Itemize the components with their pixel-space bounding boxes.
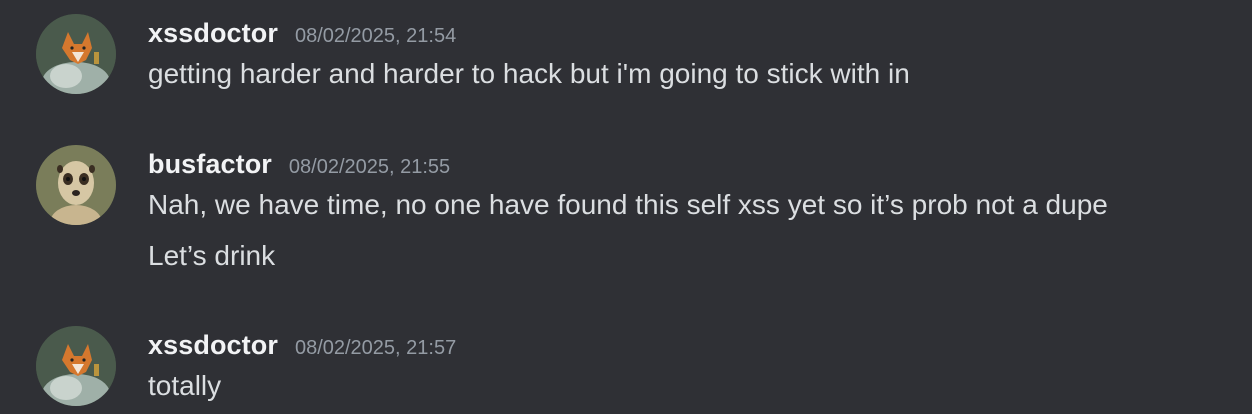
message-header: busfactor 08/02/2025, 21:55 <box>148 149 450 180</box>
fox-avatar-icon[interactable] <box>36 14 116 94</box>
message-header: xssdoctor 08/02/2025, 21:54 <box>148 18 456 49</box>
message-header: xssdoctor 08/02/2025, 21:57 <box>148 330 456 361</box>
timestamp[interactable]: 08/02/2025, 21:55 <box>289 156 450 179</box>
username[interactable]: xssdoctor <box>148 330 278 361</box>
timestamp[interactable]: 08/02/2025, 21:54 <box>295 25 456 48</box>
meerkat-avatar-icon[interactable] <box>36 145 116 225</box>
message-text: Let’s drink <box>148 240 276 271</box>
message-text: getting harder and harder to hack but i'… <box>148 58 910 89</box>
fox-avatar-icon[interactable] <box>36 326 116 406</box>
chat-message-list: xssdoctor 08/02/2025, 21:54 getting hard… <box>0 0 1252 414</box>
timestamp[interactable]: 08/02/2025, 21:57 <box>295 337 456 360</box>
username[interactable]: xssdoctor <box>148 18 278 49</box>
username[interactable]: busfactor <box>148 149 272 180</box>
message-text: Nah, we have time, no one have found thi… <box>148 189 1108 220</box>
message-text: totally <box>148 370 222 401</box>
